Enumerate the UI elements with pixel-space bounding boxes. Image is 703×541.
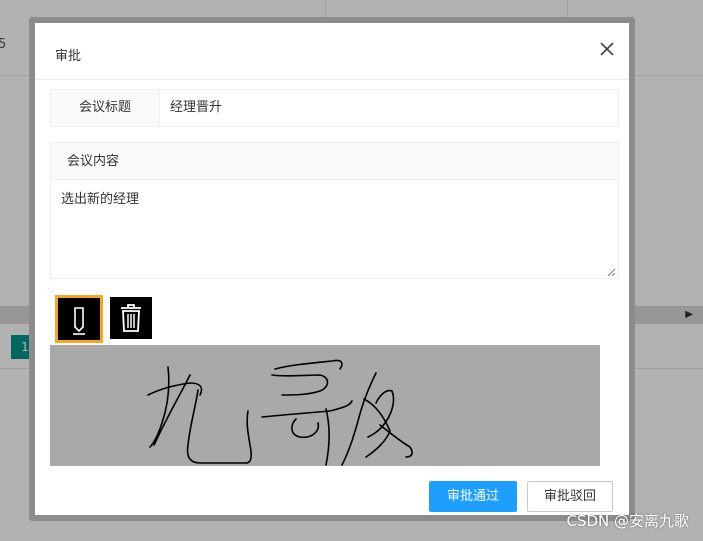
meeting-content-label: 会议内容 (51, 143, 618, 180)
close-icon[interactable] (597, 39, 617, 59)
resize-grip-icon[interactable] (606, 266, 616, 277)
dialog-title: 审批 (55, 49, 82, 64)
meeting-title-row: 会议标题 经理晋升 (50, 89, 619, 127)
clear-signature-button[interactable] (110, 297, 152, 339)
trash-icon (110, 304, 152, 343)
signature-strokes (147, 359, 413, 466)
meeting-content-box: 会议内容 选出新的经理 (50, 142, 619, 279)
approve-button[interactable]: 审批通过 (429, 481, 517, 512)
approval-dialog: 审批 会议标题 经理晋升 会议内容 选出新的经理 审批通过 审批驳回 (29, 17, 635, 521)
meeting-content-textarea[interactable]: 选出新的经理 (61, 188, 139, 207)
signature-canvas[interactable] (50, 345, 600, 466)
dialog-header: 审批 (35, 23, 629, 80)
meeting-title-label: 会议标题 (51, 90, 160, 126)
meeting-title-value[interactable]: 经理晋升 (160, 90, 222, 126)
pen-tool-button[interactable] (55, 295, 103, 343)
pen-icon (58, 307, 100, 344)
reject-button[interactable]: 审批驳回 (527, 481, 613, 512)
watermark: CSDN @安离九歌 (566, 512, 689, 530)
